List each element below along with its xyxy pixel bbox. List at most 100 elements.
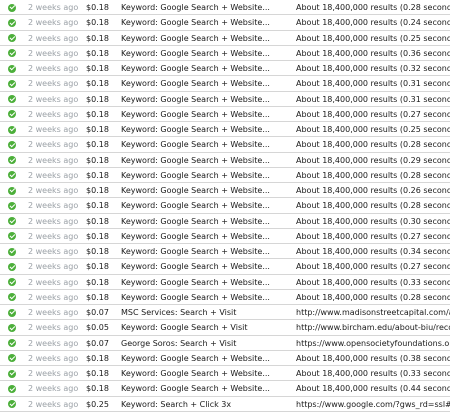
- list-item[interactable]: 2 weeks ago $0.18 Keyword: Google Search +…: [0, 366, 450, 382]
- row-result: About 18,400,000 results (0.27 second...: [296, 231, 450, 241]
- row-campaign: Keyword: Google Search + Website...: [121, 277, 270, 287]
- row-campaign: Keyword: Google Search + Website...: [121, 18, 270, 28]
- row-price: $0.18: [86, 64, 109, 73]
- row-result: About 18,400,000 results (0.27 second...: [296, 262, 450, 272]
- check-circle-icon: [8, 18, 16, 27]
- task-history-list: 2 weeks ago $0.18 Keyword: Google Search +…: [0, 0, 450, 412]
- row-campaign: George Soros: Search + Visit: [121, 338, 237, 348]
- check-circle-icon: [8, 201, 16, 210]
- list-item[interactable]: 2 weeks ago $0.18 Keyword: Google Search +…: [0, 76, 450, 92]
- row-price: $0.18: [86, 3, 109, 12]
- row-price: $0.18: [86, 170, 109, 180]
- list-item[interactable]: 2 weeks ago $0.18 Keyword: Google Search +…: [0, 0, 450, 16]
- row-time: 2 weeks ago: [28, 384, 79, 394]
- row-time: 2 weeks ago: [28, 79, 79, 89]
- list-item[interactable]: 2 weeks ago $0.18 Keyword: Google Search +…: [0, 61, 450, 77]
- row-price: $0.18: [86, 353, 109, 363]
- row-campaign: MSC Services: Search + Visit: [121, 308, 237, 317]
- row-price: $0.07: [86, 338, 109, 348]
- row-campaign: Keyword: Google Search + Website...: [121, 48, 270, 58]
- row-result: About 18,400,000 results (0.28 second...: [296, 3, 450, 12]
- row-result: About 18,400,000 results (0.25 second...: [296, 125, 450, 134]
- check-circle-icon: [8, 125, 16, 134]
- list-item[interactable]: 2 weeks ago $0.05 Keyword: Google Search +…: [0, 320, 450, 336]
- list-item[interactable]: 2 weeks ago $0.18 Keyword: Google Search +…: [0, 229, 450, 244]
- list-item[interactable]: 2 weeks ago $0.18 Keyword: Google Search +…: [0, 107, 450, 122]
- list-item[interactable]: 2 weeks ago $0.18 Keyword: Google Search +…: [0, 244, 450, 260]
- list-item[interactable]: 2 weeks ago $0.18 Keyword: Google Search +…: [0, 168, 450, 183]
- row-time: 2 weeks ago: [28, 231, 79, 241]
- list-item[interactable]: 2 weeks ago $0.18 Keyword: Google Search +…: [0, 15, 450, 31]
- row-campaign: Keyword: Google Search + Website...: [121, 33, 270, 43]
- list-item[interactable]: 2 weeks ago $0.18 Keyword: Google Search +…: [0, 137, 450, 153]
- row-result: About 18,400,000 results (0.28 second...: [296, 292, 450, 302]
- list-item[interactable]: 2 weeks ago $0.18 Keyword: Google Search +…: [0, 275, 450, 290]
- check-circle-icon: [8, 293, 16, 302]
- row-time: 2 weeks ago: [28, 353, 79, 363]
- row-time: 2 weeks ago: [28, 170, 79, 180]
- row-price: $0.18: [86, 33, 109, 43]
- row-result: About 18,400,000 results (0.28 second...: [296, 201, 450, 211]
- check-circle-icon: [8, 308, 16, 317]
- row-result: About 18,400,000 results (0.29 second...: [296, 155, 450, 165]
- list-item[interactable]: 2 weeks ago $0.25 Keyword: Search + Click …: [0, 397, 450, 412]
- row-price: $0.18: [86, 18, 109, 28]
- row-result: About 18,400,000 results (0.31 second...: [296, 94, 450, 104]
- list-item[interactable]: 2 weeks ago $0.18 Keyword: Google Search +…: [0, 198, 450, 214]
- list-item[interactable]: 2 weeks ago $0.07 George Soros: Search + V…: [0, 336, 450, 351]
- list-item[interactable]: 2 weeks ago $0.18 Keyword: Google Search +…: [0, 381, 450, 397]
- row-time: 2 weeks ago: [28, 247, 79, 256]
- list-item[interactable]: 2 weeks ago $0.18 Keyword: Google Search +…: [0, 31, 450, 46]
- row-time: 2 weeks ago: [28, 186, 79, 195]
- row-price: $0.18: [86, 384, 109, 394]
- check-circle-icon: [8, 354, 16, 363]
- row-result: About 18,400,000 results (0.28 second...: [296, 170, 450, 180]
- row-price: $0.18: [86, 140, 109, 150]
- row-time: 2 weeks ago: [28, 140, 79, 150]
- row-time: 2 weeks ago: [28, 292, 79, 302]
- check-circle-icon: [8, 232, 16, 241]
- check-circle-icon: [8, 110, 16, 119]
- list-item[interactable]: 2 weeks ago $0.18 Keyword: Google Search +…: [0, 92, 450, 107]
- check-circle-icon: [8, 95, 16, 103]
- row-campaign: Keyword: Google Search + Website...: [121, 140, 270, 150]
- list-item[interactable]: 2 weeks ago $0.18 Keyword: Google Search +…: [0, 259, 450, 275]
- row-result: About 18,400,000 results (0.33 second...: [296, 277, 450, 287]
- row-result: About 18,400,000 results (0.33 second...: [296, 369, 450, 378]
- row-price: $0.18: [86, 231, 109, 241]
- list-item[interactable]: 2 weeks ago $0.18 Keyword: Google Search +…: [0, 183, 450, 199]
- row-time: 2 weeks ago: [28, 323, 79, 333]
- row-result: https://www.google.com/?gws_rd=ssl#q=...: [296, 399, 450, 409]
- list-item[interactable]: 2 weeks ago $0.18 Keyword: Google Search +…: [0, 214, 450, 229]
- row-result: About 18,400,000 results (0.31 second...: [296, 79, 450, 89]
- check-circle-icon: [8, 339, 16, 347]
- row-time: 2 weeks ago: [28, 308, 79, 317]
- row-campaign: Keyword: Google Search + Website...: [121, 3, 270, 12]
- list-item[interactable]: 2 weeks ago $0.18 Keyword: Google Search +…: [0, 153, 450, 168]
- row-result: About 18,400,000 results (0.30 second...: [296, 216, 450, 226]
- row-campaign: Keyword: Google Search + Website...: [121, 64, 270, 73]
- row-time: 2 weeks ago: [28, 64, 79, 73]
- check-circle-icon: [8, 400, 16, 408]
- row-time: 2 weeks ago: [28, 94, 79, 104]
- row-time: 2 weeks ago: [28, 109, 79, 119]
- check-circle-icon: [8, 247, 16, 256]
- row-result: About 18,400,000 results (0.44 second...: [296, 384, 450, 394]
- row-result: About 18,400,000 results (0.38 second...: [296, 353, 450, 363]
- row-campaign: Keyword: Google Search + Website...: [121, 109, 270, 119]
- list-item[interactable]: 2 weeks ago $0.07 MSC Services: Search + V…: [0, 305, 450, 321]
- list-item[interactable]: 2 weeks ago $0.18 Keyword: Google Search +…: [0, 122, 450, 138]
- row-price: $0.18: [86, 216, 109, 226]
- check-circle-icon: [8, 79, 16, 88]
- row-price: $0.18: [86, 247, 109, 256]
- row-campaign: Keyword: Google Search + Website...: [121, 201, 270, 211]
- list-item[interactable]: 2 weeks ago $0.18 Keyword: Google Search +…: [0, 351, 450, 366]
- row-price: $0.18: [86, 277, 109, 287]
- row-campaign: Keyword: Google Search + Website...: [121, 231, 270, 241]
- list-item[interactable]: 2 weeks ago $0.18 Keyword: Google Search +…: [0, 290, 450, 305]
- row-price: $0.18: [86, 201, 109, 211]
- list-item[interactable]: 2 weeks ago $0.18 Keyword: Google Search +…: [0, 46, 450, 61]
- row-price: $0.18: [86, 109, 109, 119]
- check-circle-icon: [8, 64, 16, 73]
- row-campaign: Keyword: Google Search + Website...: [121, 94, 270, 104]
